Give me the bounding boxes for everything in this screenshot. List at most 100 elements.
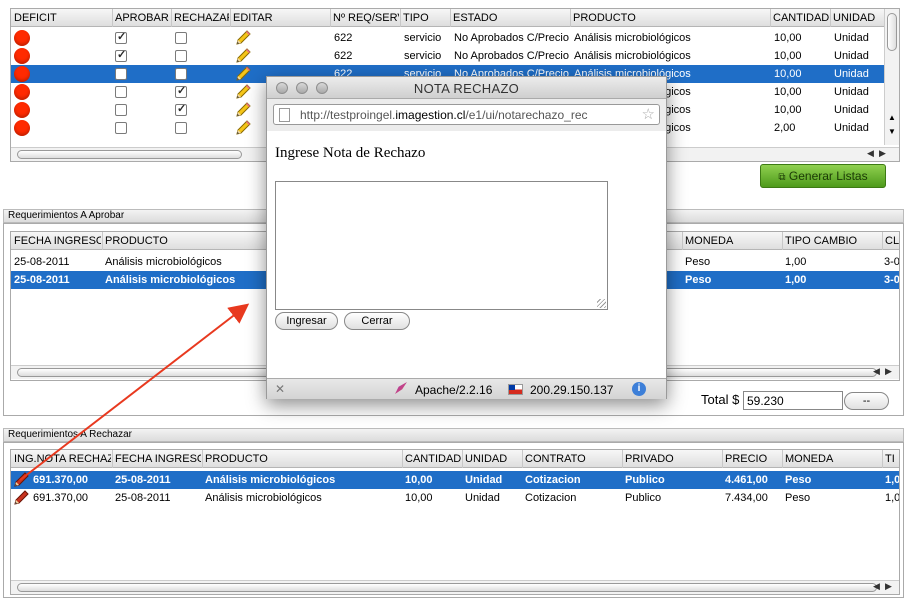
edit-pencil-icon[interactable] (234, 84, 252, 100)
vertical-scrollbar[interactable]: ▲ ▼ (884, 9, 899, 145)
column-separator[interactable] (330, 9, 331, 27)
column-header[interactable]: TI (885, 453, 899, 465)
url-bar[interactable]: http://testproingel.imagestion.cl/e1/ui/… (273, 104, 660, 125)
scroll-thumb[interactable] (17, 150, 242, 159)
column-header[interactable]: EDITAR (233, 12, 329, 24)
column-header[interactable]: CL (885, 235, 899, 247)
column-header[interactable]: DEFICIT (14, 12, 111, 24)
column-header[interactable]: Nº REQ/SERV (333, 12, 399, 24)
scroll-right-arrow-icon[interactable]: ▶ (879, 148, 886, 159)
bookmark-star-icon[interactable]: ☆ (642, 105, 655, 123)
cell-privado: Publico (625, 474, 665, 486)
column-separator[interactable] (522, 450, 523, 468)
scroll-thumb[interactable] (887, 13, 897, 51)
column-separator[interactable] (830, 9, 831, 27)
column-header[interactable]: PRECIO (725, 453, 781, 465)
column-separator[interactable] (450, 9, 451, 27)
rechazar-checkbox[interactable] (175, 102, 187, 116)
column-separator[interactable] (570, 9, 571, 27)
column-separator[interactable] (462, 450, 463, 468)
rechazar-checkbox[interactable] (175, 68, 187, 80)
column-header[interactable]: APROBAR (115, 12, 170, 24)
column-header[interactable]: PRIVADO (625, 453, 721, 465)
scroll-left-arrow-icon[interactable]: ◀ (867, 148, 874, 159)
column-separator[interactable] (102, 232, 103, 250)
rechazar-checkbox[interactable] (175, 50, 187, 62)
column-separator[interactable] (770, 9, 771, 27)
rechazar-checkbox[interactable] (175, 122, 187, 134)
info-icon[interactable]: i (632, 382, 646, 396)
scroll-up-arrow-icon[interactable]: ▲ (888, 113, 896, 122)
scroll-left-arrow-icon[interactable]: ◀ (873, 366, 880, 377)
aprobar-checkbox[interactable] (115, 68, 127, 80)
edit-pencil-icon[interactable] (234, 30, 252, 46)
column-separator[interactable] (400, 9, 401, 27)
scroll-right-arrow-icon[interactable]: ▶ (885, 366, 892, 377)
column-separator[interactable] (112, 450, 113, 468)
column-separator[interactable] (722, 450, 723, 468)
reject-note-pencil-icon[interactable] (12, 490, 30, 506)
column-separator[interactable] (230, 9, 231, 27)
edit-pencil-icon[interactable] (234, 66, 252, 82)
table-row[interactable]: 691.370,00 25-08-2011 Análisis microbiológ… (11, 471, 899, 489)
edit-pencil-icon[interactable] (234, 120, 252, 136)
column-separator[interactable] (622, 450, 623, 468)
column-separator[interactable] (112, 9, 113, 27)
edit-pencil-icon[interactable] (234, 102, 252, 118)
column-separator[interactable] (171, 9, 172, 27)
window-title: NOTA RECHAZO (413, 81, 520, 96)
scroll-thumb[interactable] (17, 583, 877, 592)
table-row[interactable]: 622 servicio No Aprobados C/Precio Análisis… (11, 47, 884, 65)
nota-rechazo-textarea[interactable] (275, 181, 608, 310)
cell-producto: Análisis microbiológicos (574, 32, 691, 44)
close-x-icon[interactable]: ✕ (275, 382, 285, 396)
column-separator[interactable] (682, 232, 683, 250)
window-titlebar[interactable]: NOTA RECHAZO (267, 77, 666, 99)
column-header[interactable]: TIPO CAMBIO (785, 235, 881, 247)
column-header[interactable]: UNIDAD (465, 453, 521, 465)
generar-listas-button[interactable]: ⧉ Generar Listas (760, 164, 886, 188)
aprobar-checkbox[interactable] (115, 104, 127, 116)
column-separator[interactable] (782, 450, 783, 468)
column-header[interactable]: RECHAZAR (174, 12, 229, 24)
column-separator[interactable] (202, 450, 203, 468)
column-header[interactable]: CANTIDAD (405, 453, 461, 465)
column-header[interactable]: PRODUCTO (573, 12, 769, 24)
rechazar-checkbox[interactable] (175, 84, 187, 98)
column-header[interactable]: UNIDAD (833, 12, 889, 24)
column-separator[interactable] (402, 450, 403, 468)
reject-note-pencil-icon[interactable] (12, 472, 30, 488)
column-header[interactable]: CANTIDAD (773, 12, 829, 24)
column-separator[interactable] (782, 232, 783, 250)
textarea-resize-grip[interactable] (597, 299, 606, 308)
rechazar-checkbox[interactable] (175, 32, 187, 44)
scroll-down-arrow-icon[interactable]: ▼ (888, 127, 896, 136)
column-header[interactable]: MONEDA (785, 453, 881, 465)
column-header[interactable]: ING.NOTA RECHAZO (14, 453, 111, 465)
table-row[interactable]: 622 servicio No Aprobados C/Precio Análisis… (11, 29, 884, 47)
column-header[interactable]: ESTADO (453, 12, 569, 24)
table-row[interactable]: 691.370,00 25-08-2011 Análisis microbiológ… (11, 489, 899, 507)
ingresar-button[interactable]: Ingresar (275, 312, 338, 330)
scroll-left-arrow-icon[interactable]: ◀ (873, 581, 880, 592)
aprobar-checkbox[interactable] (115, 122, 127, 134)
column-header[interactable]: FECHA INGRESO (115, 453, 201, 465)
column-separator[interactable] (882, 450, 883, 468)
column-header[interactable]: CONTRATO (525, 453, 621, 465)
horizontal-scrollbar[interactable]: ◀ ▶ (11, 580, 899, 594)
cerrar-button[interactable]: Cerrar (344, 312, 410, 330)
aprobar-checkbox[interactable] (115, 48, 127, 62)
requirements-grid-header: DEFICIT APROBAR RECHAZAR EDITAR Nº REQ/SERV T… (11, 9, 885, 27)
column-header[interactable]: FECHA INGRESO (14, 235, 101, 247)
total-input[interactable] (743, 391, 843, 410)
column-header[interactable]: PRODUCTO (205, 453, 401, 465)
aprobar-checkbox[interactable] (115, 30, 127, 44)
column-separator[interactable] (882, 232, 883, 250)
aprobar-checkbox[interactable] (115, 86, 127, 98)
scroll-right-arrow-icon[interactable]: ▶ (885, 581, 892, 592)
edit-pencil-icon[interactable] (234, 48, 252, 64)
column-header[interactable]: TIPO (403, 12, 449, 24)
total-button[interactable]: -- (844, 392, 889, 410)
column-header[interactable]: MONEDA (685, 235, 781, 247)
url-text[interactable]: http://testproingel.imagestion.cl/e1/ui/… (300, 108, 632, 122)
